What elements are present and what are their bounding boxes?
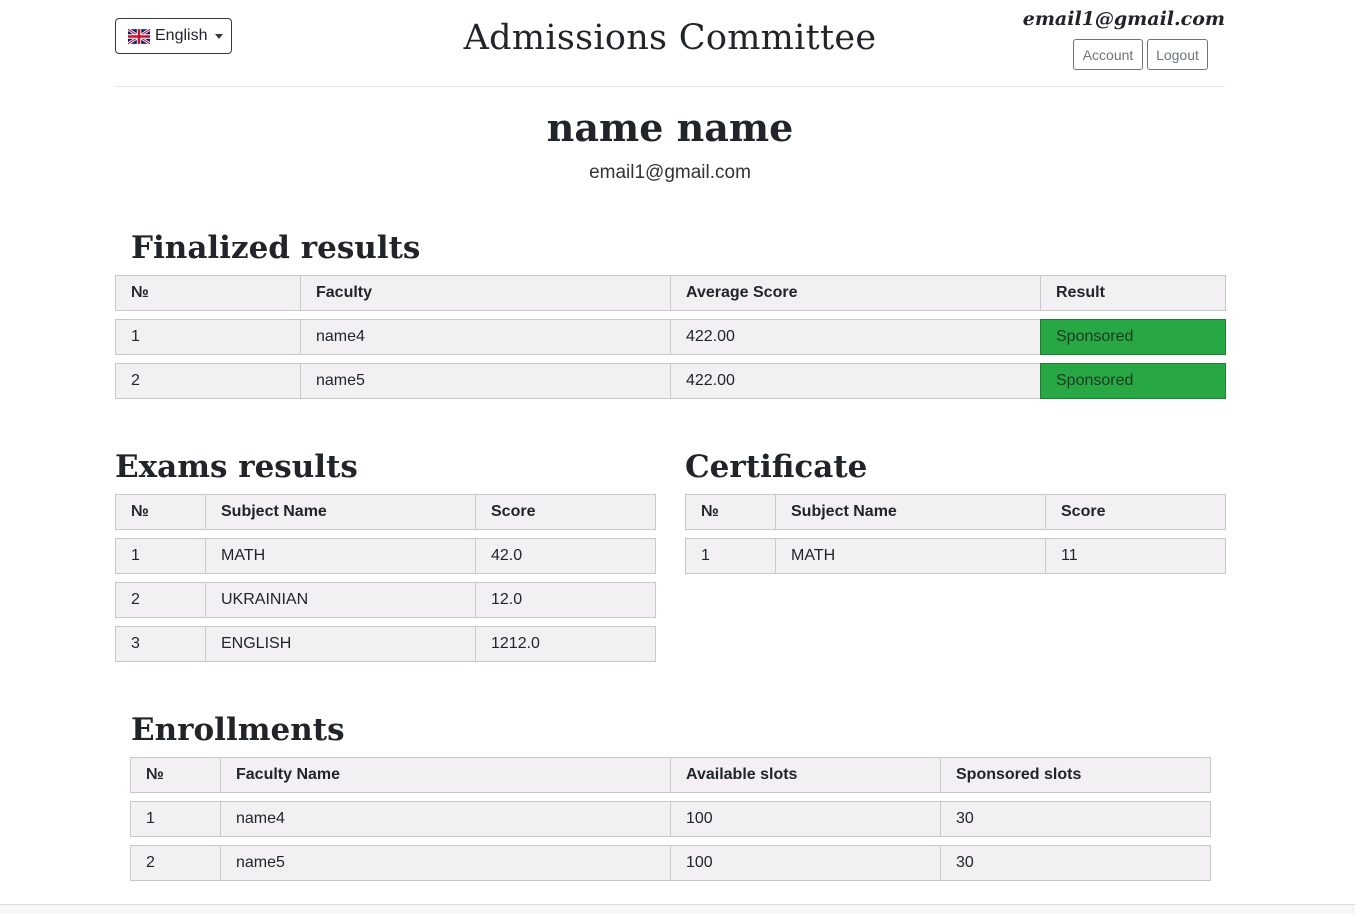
column-header: №: [685, 494, 776, 530]
table-cell: name5: [300, 363, 671, 399]
table-row: 1 MATH 42.0: [115, 538, 656, 574]
column-header: Sponsored slots: [940, 757, 1211, 793]
column-header: Faculty: [300, 275, 671, 311]
table-cell: Sponsored: [1040, 319, 1226, 355]
table-cell: 422.00: [670, 319, 1041, 355]
table-cell: 42.0: [475, 538, 656, 574]
exams-title: Exams results: [115, 449, 358, 485]
table-cell: name4: [220, 801, 671, 837]
column-header: Subject Name: [205, 494, 476, 530]
column-header: Faculty Name: [220, 757, 671, 793]
table-cell: 1: [115, 319, 301, 355]
table-cell: 2: [130, 845, 221, 881]
column-header: Score: [475, 494, 656, 530]
table-cell: name5: [220, 845, 671, 881]
table-cell: ENGLISH: [205, 626, 476, 662]
enrollments-title: Enrollments: [131, 712, 345, 748]
profile-email: email1@gmail.com: [589, 162, 751, 183]
logout-button[interactable]: Logout: [1147, 39, 1208, 70]
table-cell: 100: [670, 801, 941, 837]
table-cell: UKRAINIAN: [205, 582, 476, 618]
column-header: Result: [1040, 275, 1226, 311]
table-cell: MATH: [775, 538, 1046, 574]
table-row: 1 name4 422.00 Sponsored: [115, 319, 1226, 355]
table-cell: 12.0: [475, 582, 656, 618]
table-cell: 100: [670, 845, 941, 881]
table-row: 3 ENGLISH 1212.0: [115, 626, 656, 662]
table-cell: 2: [115, 582, 206, 618]
table-cell: 11: [1045, 538, 1226, 574]
table-cell: 1: [685, 538, 776, 574]
table-row: 1 MATH 11: [685, 538, 1226, 574]
table-cell: 1: [115, 538, 206, 574]
table-cell: 1: [130, 801, 221, 837]
column-header: №: [115, 494, 206, 530]
table-cell: 30: [940, 801, 1211, 837]
user-email: email1@gmail.com: [1022, 8, 1225, 30]
column-header: Subject Name: [775, 494, 1046, 530]
table-cell: 2: [115, 363, 301, 399]
table-cell: 30: [940, 845, 1211, 881]
table-header-row: № Faculty Name Available slots Sponsored sl…: [130, 757, 1211, 793]
table-row: 1 name4 100 30: [130, 801, 1211, 837]
table-row: 2 name5 100 30: [130, 845, 1211, 881]
table-row: 2 UKRAINIAN 12.0: [115, 582, 656, 618]
table-cell: 422.00: [670, 363, 1041, 399]
column-header: Available slots: [670, 757, 941, 793]
account-button[interactable]: Account: [1073, 39, 1143, 70]
table-cell: 1212.0: [475, 626, 656, 662]
column-header: Score: [1045, 494, 1226, 530]
table-header-row: № Subject Name Score: [115, 494, 656, 530]
table-cell: Sponsored: [1040, 363, 1226, 399]
finalized-title: Finalized results: [131, 230, 421, 266]
certificate-title: Certificate: [685, 449, 868, 485]
table-cell: 3: [115, 626, 206, 662]
table-header-row: № Subject Name Score: [685, 494, 1226, 530]
column-header: №: [115, 275, 301, 311]
table-cell: MATH: [205, 538, 476, 574]
table-row: 2 name5 422.00 Sponsored: [115, 363, 1226, 399]
column-header: Average Score: [670, 275, 1041, 311]
header-divider: [115, 86, 1225, 87]
profile-name: name name: [546, 105, 794, 150]
column-header: №: [130, 757, 221, 793]
table-header-row: № Faculty Average Score Result: [115, 275, 1226, 311]
table-cell: name4: [300, 319, 671, 355]
